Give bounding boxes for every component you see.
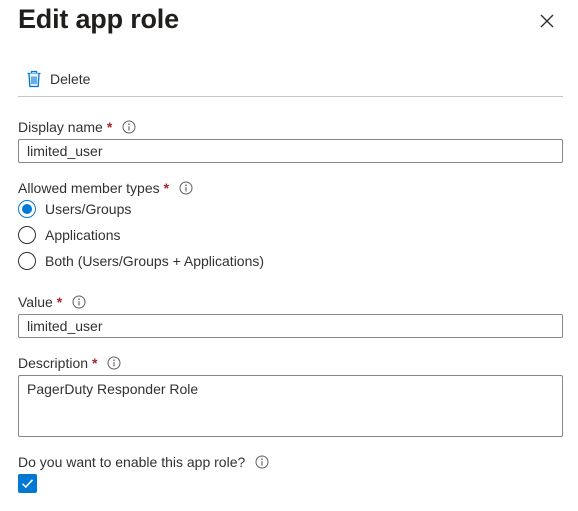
required-marker: * (92, 355, 98, 371)
member-types-label-row: Allowed member types * (18, 180, 193, 196)
display-name-input[interactable] (18, 139, 563, 163)
radio-both[interactable]: Both (Users/Groups + Applications) (18, 250, 264, 272)
display-name-label-row: Display name * (18, 119, 136, 135)
info-icon[interactable] (72, 295, 86, 309)
delete-label: Delete (50, 71, 91, 87)
value-label: Value (18, 294, 53, 310)
info-icon[interactable] (179, 181, 193, 195)
enable-checkbox[interactable] (18, 474, 37, 493)
radio-label: Users/Groups (45, 201, 132, 217)
checkmark-icon (21, 479, 34, 489)
description-label: Description (18, 355, 89, 371)
enable-label: Do you want to enable this app role? (18, 454, 246, 470)
close-icon (540, 14, 554, 28)
radio-button[interactable] (18, 226, 36, 244)
required-marker: * (56, 294, 63, 310)
delete-button[interactable]: Delete (26, 68, 90, 90)
info-icon[interactable] (107, 356, 121, 370)
info-icon[interactable] (122, 120, 136, 134)
radio-button[interactable] (18, 252, 36, 270)
close-button[interactable] (536, 10, 558, 32)
radio-label: Both (Users/Groups + Applications) (45, 253, 265, 269)
description-textarea[interactable]: PagerDuty Responder Role (18, 375, 563, 437)
required-marker: * (106, 119, 113, 135)
radio-button-selected[interactable] (18, 200, 36, 218)
value-input[interactable] (18, 314, 563, 338)
trash-icon (26, 70, 42, 88)
radio-label: Applications (45, 227, 121, 243)
value-label-row: Value * (18, 294, 86, 310)
panel-title: Edit app role (18, 4, 179, 34)
required-marker: * (163, 180, 170, 196)
description-label-row: Description * (18, 355, 121, 371)
display-name-label: Display name (18, 119, 103, 135)
command-bar: Delete (18, 66, 563, 97)
radio-users-groups[interactable]: Users/Groups (18, 198, 131, 220)
member-types-label: Allowed member types (18, 180, 160, 196)
enable-label-row: Do you want to enable this app role? (18, 454, 269, 470)
info-icon[interactable] (255, 455, 269, 469)
radio-applications[interactable]: Applications (18, 224, 121, 246)
